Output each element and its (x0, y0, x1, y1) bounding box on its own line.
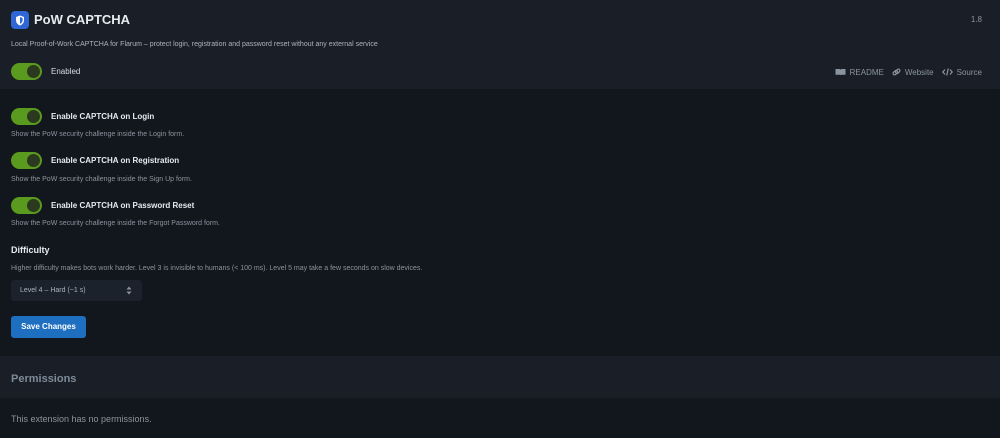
registration-captcha-label: Enable CAPTCHA on Registration (51, 156, 180, 165)
permissions-header (0, 356, 1000, 398)
save-changes-button[interactable]: Save Changes (11, 316, 86, 338)
sort-caret-icon (126, 286, 132, 295)
permissions-title: Permissions (11, 373, 77, 385)
password-reset-captcha-help: Show the PoW security challenge inside t… (11, 220, 220, 227)
extension-version: 1.8 (970, 15, 982, 24)
registration-captcha-help: Show the PoW security challenge inside t… (11, 176, 192, 183)
readme-link[interactable]: README (835, 68, 884, 77)
password-reset-captcha-label: Enable CAPTCHA on Password Reset (51, 201, 195, 210)
shield-icon (11, 11, 29, 29)
login-captcha-toggle[interactable] (11, 108, 42, 125)
difficulty-select[interactable]: Level 4 – Hard (~1 s) (11, 280, 142, 301)
registration-captcha-toggle[interactable] (11, 152, 42, 169)
extension-links: README Website Source (835, 66, 982, 78)
login-captcha-help: Show the PoW security challenge inside t… (11, 131, 185, 138)
difficulty-select-value: Level 4 – Hard (~1 s) (20, 287, 86, 294)
permissions-message: This extension has no permissions. (11, 414, 152, 424)
website-link-label: Website (904, 67, 934, 77)
toggle-knob (27, 65, 40, 78)
extension-title: PoW CAPTCHA (34, 12, 131, 27)
website-link[interactable]: Website (892, 68, 934, 77)
difficulty-help: Higher difficulty makes bots work harder… (11, 265, 423, 272)
toggle-knob (27, 199, 40, 212)
source-link-label: Source (956, 67, 982, 77)
readme-link-label: README (849, 67, 884, 77)
source-link[interactable]: Source (941, 67, 982, 77)
book-icon (835, 68, 846, 76)
toggle-knob (27, 110, 40, 123)
toggle-knob (27, 154, 40, 167)
difficulty-title: Difficulty (11, 245, 50, 255)
enabled-label: Enabled (51, 67, 81, 76)
link-icon (892, 67, 901, 77)
code-icon (941, 68, 953, 76)
password-reset-captcha-toggle[interactable] (11, 197, 42, 214)
login-captcha-label: Enable CAPTCHA on Login (51, 112, 155, 121)
extension-enabled-toggle[interactable] (11, 63, 42, 80)
extension-description: Local Proof-of-Work CAPTCHA for Flarum –… (11, 41, 378, 48)
